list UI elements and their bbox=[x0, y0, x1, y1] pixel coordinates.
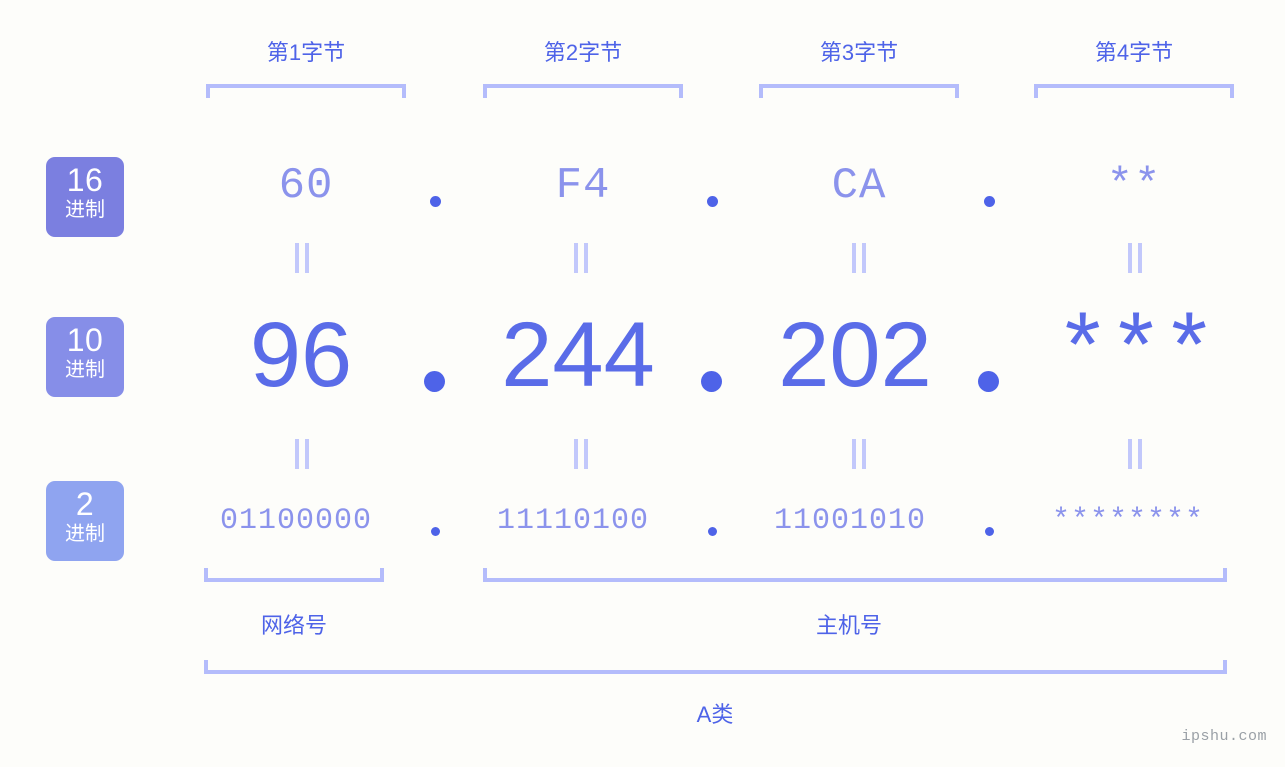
byte-header-label-1: 第1字节 bbox=[266, 40, 346, 65]
equals-sign-hex-dec-2 bbox=[571, 243, 591, 273]
binary-byte-1: 01100000 bbox=[219, 504, 373, 538]
hex-separator-dot-3 bbox=[984, 196, 995, 207]
byte-bracket-3 bbox=[759, 84, 959, 98]
binary-byte-2: 11110100 bbox=[496, 504, 650, 538]
equals-sign-dec-bin-1 bbox=[292, 439, 312, 469]
byte-header-label-3: 第3字节 bbox=[819, 40, 899, 65]
host-section-bracket bbox=[483, 568, 1227, 582]
binary-byte-4: ******** bbox=[1051, 504, 1205, 538]
site-watermark: ipshu.com bbox=[1181, 728, 1267, 745]
base-badge-dec-suffix: 进制 bbox=[65, 359, 105, 381]
equals-sign-hex-dec-4 bbox=[1125, 243, 1145, 273]
base-badge-hex: 16 进制 bbox=[46, 157, 124, 237]
base-badge-hex-suffix: 进制 bbox=[65, 199, 105, 221]
hex-byte-2: F4 bbox=[555, 161, 611, 211]
binary-separator-dot-2 bbox=[708, 527, 717, 536]
decimal-byte-4: *** bbox=[1055, 302, 1217, 407]
equals-sign-dec-bin-2 bbox=[571, 439, 591, 469]
byte-bracket-2 bbox=[483, 84, 683, 98]
hex-separator-dot-1 bbox=[430, 196, 441, 207]
host-section-label: 主机号 bbox=[815, 613, 882, 638]
base-badge-bin: 2 进制 bbox=[46, 481, 124, 561]
equals-sign-dec-bin-4 bbox=[1125, 439, 1145, 469]
network-section-bracket bbox=[204, 568, 384, 582]
equals-sign-dec-bin-3 bbox=[849, 439, 869, 469]
network-section-label: 网络号 bbox=[260, 613, 327, 638]
binary-separator-dot-3 bbox=[985, 527, 994, 536]
base-badge-dec: 10 进制 bbox=[46, 317, 124, 397]
base-badge-hex-number: 16 bbox=[66, 162, 104, 198]
decimal-separator-dot-3 bbox=[978, 371, 999, 392]
base-badge-bin-suffix: 进制 bbox=[65, 523, 105, 545]
address-class-bracket bbox=[204, 660, 1227, 674]
hex-byte-1: 60 bbox=[278, 161, 334, 211]
decimal-separator-dot-1 bbox=[424, 371, 445, 392]
byte-bracket-4 bbox=[1034, 84, 1234, 98]
byte-header-label-4: 第4字节 bbox=[1094, 40, 1174, 65]
base-badge-bin-number: 2 bbox=[75, 486, 95, 522]
byte-bracket-1 bbox=[206, 84, 406, 98]
ip-byte-breakdown-diagram: 第1字节 第2字节 第3字节 第4字节 16 进制 10 进制 2 进制 60 … bbox=[0, 0, 1285, 767]
binary-separator-dot-1 bbox=[431, 527, 440, 536]
decimal-byte-3: 202 bbox=[778, 304, 932, 406]
decimal-byte-2: 244 bbox=[501, 304, 655, 406]
hex-byte-3: CA bbox=[831, 161, 887, 211]
address-class-label: A类 bbox=[696, 702, 734, 727]
equals-sign-hex-dec-3 bbox=[849, 243, 869, 273]
base-badge-dec-number: 10 bbox=[66, 322, 104, 358]
hex-byte-4: ** bbox=[1106, 161, 1162, 211]
decimal-separator-dot-2 bbox=[701, 371, 722, 392]
binary-byte-3: 11001010 bbox=[773, 504, 927, 538]
hex-separator-dot-2 bbox=[707, 196, 718, 207]
byte-header-label-2: 第2字节 bbox=[543, 40, 623, 65]
equals-sign-hex-dec-1 bbox=[292, 243, 312, 273]
decimal-byte-1: 96 bbox=[249, 304, 353, 406]
